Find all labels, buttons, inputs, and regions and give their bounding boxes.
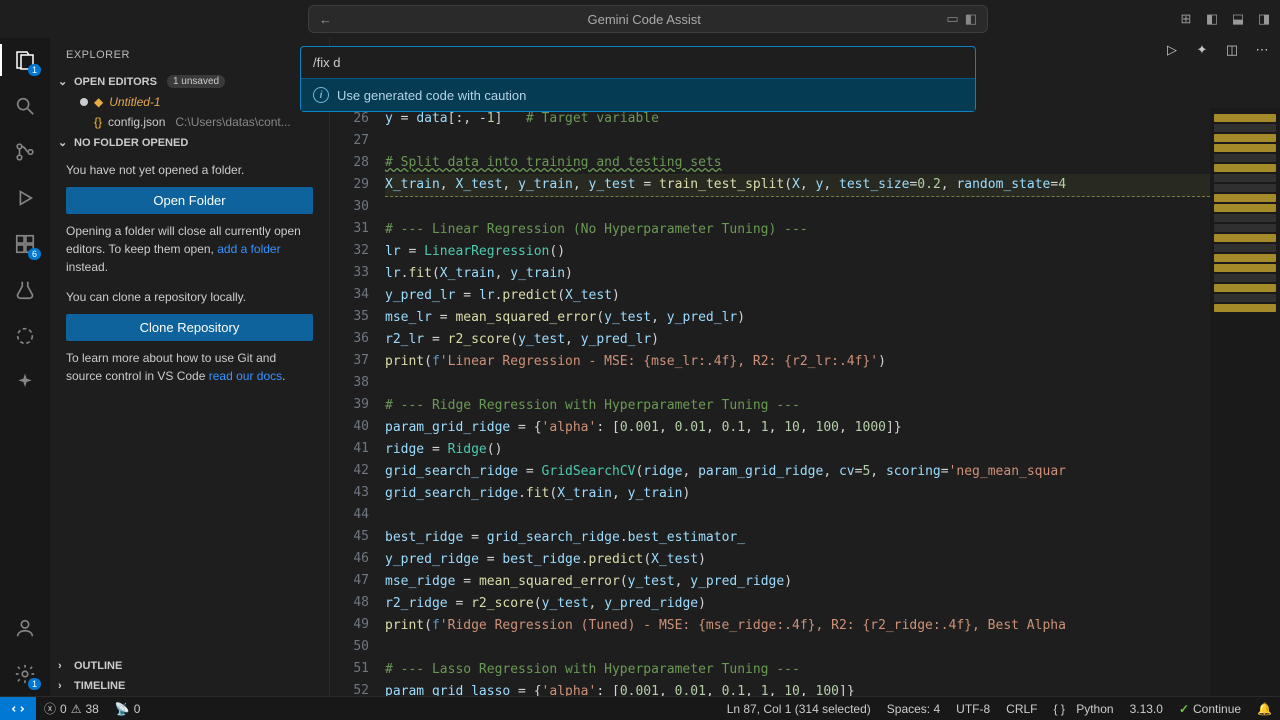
python-version[interactable]: 3.13.0 [1122, 702, 1171, 716]
python-file-icon: ◆ [94, 95, 103, 109]
sidebar: EXPLORER ⋯ ⌄ OPEN EDITORS 1 unsaved ◆ Un… [50, 38, 330, 696]
json-file-icon: {} [94, 115, 102, 129]
error-icon: ⓧ [44, 700, 56, 717]
assist-input[interactable] [313, 55, 963, 70]
editor-item-untitled[interactable]: ◆ Untitled-1 9+ [50, 92, 329, 112]
chevron-right-icon: › [58, 660, 70, 672]
more-actions-icon[interactable]: ⋯ [1254, 42, 1270, 58]
unsaved-badge: 1 unsaved [167, 75, 225, 88]
chevron-right-icon: › [58, 680, 70, 692]
status-bar: ⓧ0 ⚠38 📡0 Ln 87, Col 1 (314 selected) Sp… [0, 696, 1280, 720]
command-title: Gemini Code Assist [342, 12, 946, 27]
back-arrow-icon[interactable]: ← [319, 12, 332, 27]
eol-status[interactable]: CRLF [998, 702, 1045, 716]
outline-section[interactable]: › OUTLINE [50, 656, 329, 676]
git-docs-text: To learn more about how to use Git and s… [66, 349, 313, 385]
extensions-badge: 6 [28, 248, 41, 260]
language-mode[interactable]: { } Python [1046, 702, 1122, 716]
clone-text: You can clone a repository locally. [66, 288, 313, 306]
assist-caution-bar: i Use generated code with caution [301, 78, 975, 111]
chevron-down-icon: ⌄ [58, 136, 70, 149]
sparkle-icon[interactable] [11, 368, 39, 396]
indent-status[interactable]: Spaces: 4 [879, 702, 948, 716]
gemini-assist-box: i Use generated code with caution [300, 46, 976, 112]
panel-bottom-icon[interactable]: ⬓ [1230, 11, 1246, 27]
sparkle-action-icon[interactable]: ✦ [1194, 42, 1210, 58]
continue-status[interactable]: ✓Continue [1171, 702, 1249, 716]
layout-icon-2[interactable]: ◧ [965, 11, 977, 27]
timeline-section[interactable]: › TIMELINE [50, 676, 329, 696]
modified-dot-icon [80, 98, 88, 106]
settings-gear-icon[interactable]: 1 [11, 660, 39, 688]
no-folder-section[interactable]: ⌄ NO FOLDER OPENED [50, 132, 329, 153]
no-folder-text: You have not yet opened a folder. [66, 161, 313, 179]
warning-icon: ⚠ [71, 702, 82, 716]
command-right-icons: ▭ ◧ [946, 11, 977, 27]
add-folder-link[interactable]: add a folder [217, 242, 280, 256]
source-control-icon[interactable] [11, 138, 39, 166]
remote-button[interactable] [0, 697, 36, 720]
open-editors-section[interactable]: ⌄ OPEN EDITORS 1 unsaved [50, 71, 329, 92]
chevron-down-icon: ⌄ [58, 75, 70, 88]
code-editor[interactable]: y = data[:, -1] # Target variable # Spli… [385, 108, 1210, 696]
activity-bar: 1 6 [0, 38, 50, 696]
explorer-icon[interactable]: 1 [11, 46, 39, 74]
extensions-icon[interactable]: 6 [11, 230, 39, 258]
line-gutter: 2627282930313233343536373839404142434445… [330, 108, 385, 696]
split-editor-icon[interactable]: ◫ [1224, 42, 1240, 58]
minimap[interactable] [1210, 108, 1280, 696]
ports-status[interactable]: 📡0 [107, 702, 149, 716]
gemini-ring-icon[interactable] [11, 322, 39, 350]
settings-badge: 1 [28, 678, 41, 690]
panel-left-icon[interactable]: ◧ [1204, 11, 1220, 27]
cursor-position[interactable]: Ln 87, Col 1 (314 selected) [719, 702, 879, 716]
layout-icon[interactable]: ▭ [946, 11, 958, 27]
titlebar: ← Gemini Code Assist ▭ ◧ ⊞ ◧ ⬓ ◨ [0, 0, 1280, 38]
notifications-icon[interactable]: 🔔 [1249, 702, 1280, 716]
editor-item-config[interactable]: {} config.json C:\Users\datas\cont... [50, 112, 329, 132]
run-icon[interactable]: ▷ [1164, 42, 1180, 58]
info-icon: i [313, 87, 329, 103]
encoding-status[interactable]: UTF-8 [948, 702, 998, 716]
explorer-badge: 1 [28, 64, 41, 76]
run-debug-icon[interactable] [11, 184, 39, 212]
check-icon: ✓ [1179, 702, 1189, 716]
panel-right-icon[interactable]: ◨ [1256, 11, 1272, 27]
close-editors-text: Opening a folder will close all currentl… [66, 222, 313, 276]
testing-icon[interactable] [11, 276, 39, 304]
clone-repo-button[interactable]: Clone Repository [66, 314, 313, 341]
antenna-icon: 📡 [115, 702, 130, 716]
problems-status[interactable]: ⓧ0 ⚠38 [36, 700, 107, 717]
search-icon[interactable] [11, 92, 39, 120]
command-center[interactable]: ← Gemini Code Assist ▭ ◧ [308, 5, 988, 33]
account-icon[interactable] [11, 614, 39, 642]
read-docs-link[interactable]: read our docs [209, 369, 282, 383]
editor-region: ▷ ✦ ◫ ⋯ i Use generated code with cautio… [330, 38, 1280, 696]
layout-grid-icon[interactable]: ⊞ [1178, 11, 1194, 27]
sidebar-title: EXPLORER [66, 49, 130, 61]
open-folder-button[interactable]: Open Folder [66, 187, 313, 214]
